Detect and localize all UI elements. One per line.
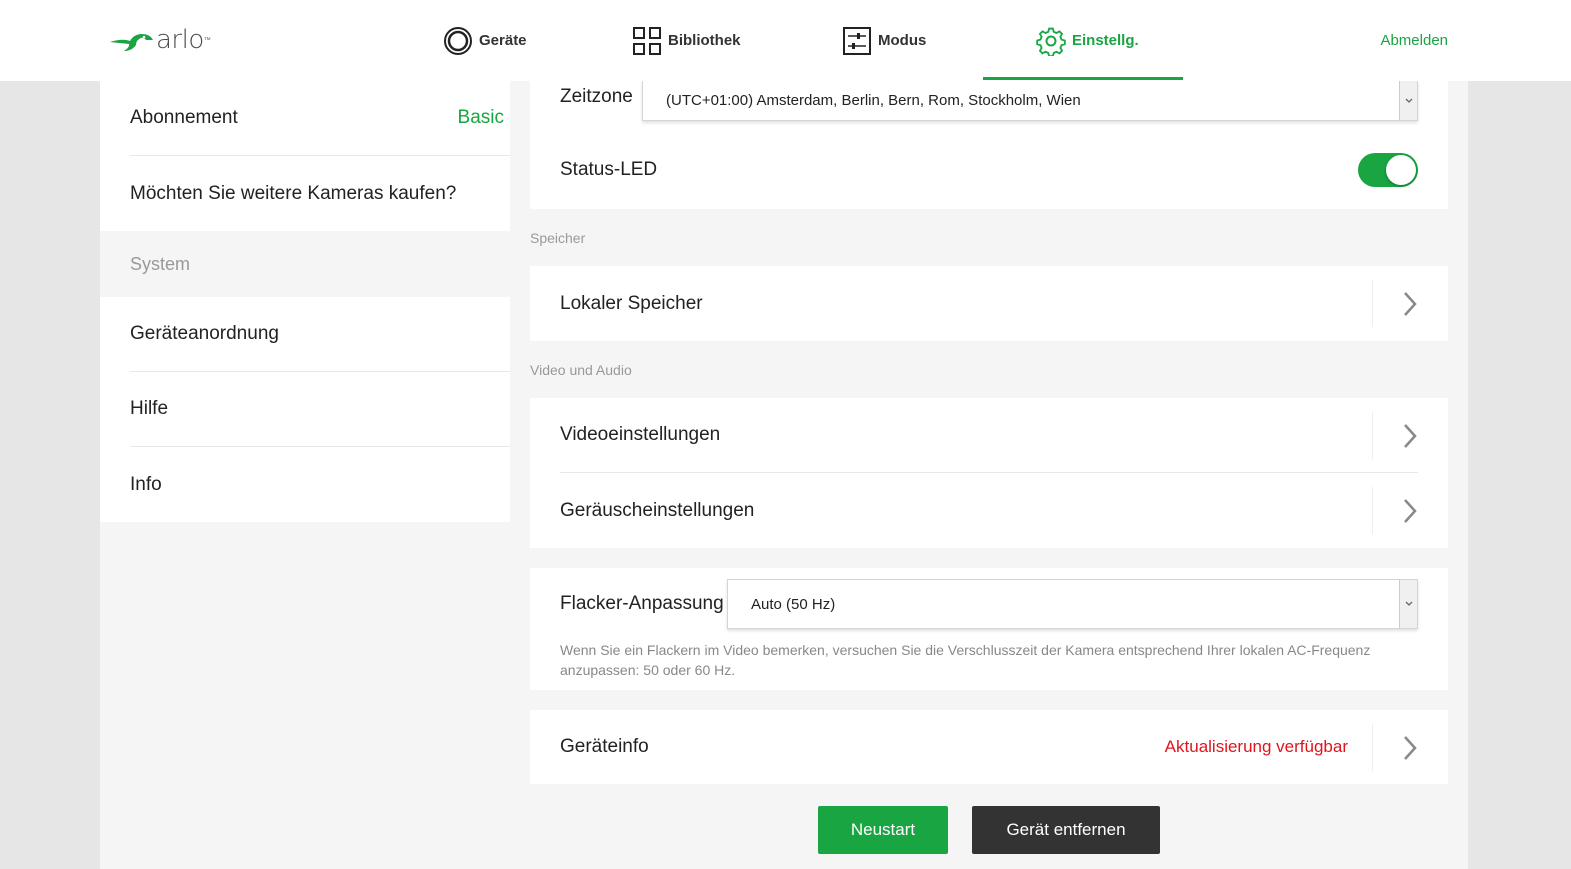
storage-card: Lokaler Speicher [530,266,1448,341]
logo-trademark: ™ [203,36,211,44]
sliders-icon [842,26,872,56]
logo-wordmark: arlo [156,25,204,55]
top-navigation-bar: arlo ™ Geräte Bibliothek Modus Einstellg. [0,0,1571,81]
flicker-card: Flacker-Anpassung Auto (50 Hz) Wenn Sie … [530,568,1448,690]
timezone-select[interactable]: (UTC+01:00) Amsterdam, Berlin, Bern, Rom… [642,81,1418,121]
section-storage: Speicher [530,229,586,246]
bird-icon [110,34,153,51]
device-info-row[interactable]: Geräteinfo Aktualisierung verfügbar [560,710,1418,784]
sidebar-item-help[interactable]: Hilfe [130,372,510,447]
local-storage-label: Lokaler Speicher [560,292,703,314]
chevron-down-icon [1399,81,1417,120]
sidebar-item-label: Möchten Sie weitere Kameras kaufen? [130,182,457,204]
chevron-right-icon [1372,412,1418,459]
flicker-select[interactable]: Auto (50 Hz) [727,579,1418,629]
arlo-logo[interactable]: arlo ™ [108,22,218,58]
nav-library[interactable]: Bibliothek [632,0,741,81]
device-info-card: Geräteinfo Aktualisierung verfügbar [530,710,1448,784]
sidebar-item-label: Geräteanordnung [130,323,279,344]
update-available-status: Aktualisierung verfügbar [1164,737,1348,756]
nav-devices[interactable]: Geräte [443,0,527,81]
nav-settings-label: Einstellg. [1072,32,1139,49]
chevron-right-icon [1372,724,1418,771]
settings-sidebar: Abonnement Basic Möchten Sie weitere Kam… [100,81,510,522]
status-led-row: Status-LED [560,131,1418,209]
nav-devices-label: Geräte [479,32,527,49]
nav-mode-label: Modus [878,32,927,49]
sidebar-account-card: Abonnement Basic Möchten Sie weitere Kam… [100,81,510,231]
timezone-value: (UTC+01:00) Amsterdam, Berlin, Bern, Rom… [666,92,1081,109]
sound-settings-row[interactable]: Geräuscheinstellungen [560,473,1418,548]
section-video-audio: Video und Audio [530,361,632,378]
general-settings-card: Zeitzone (UTC+01:00) Amsterdam, Berlin, … [530,81,1448,209]
sidebar-item-buy-cameras[interactable]: Möchten Sie weitere Kameras kaufen? [130,156,510,231]
status-led-label: Status-LED [560,159,658,180]
grid-icon [632,26,662,56]
restart-button[interactable]: Neustart [818,806,948,854]
nav-settings[interactable]: Einstellg. [1036,0,1139,81]
flicker-hint-text: Wenn Sie ein Flackern im Video bemerken,… [560,642,1371,678]
sidebar-item-device-order[interactable]: Geräteanordnung [130,297,510,372]
timezone-row: Zeitzone (UTC+01:00) Amsterdam, Berlin, … [560,81,1418,131]
sidebar-item-subscription[interactable]: Abonnement Basic [130,81,510,156]
active-tab-indicator [983,77,1183,80]
device-settings-panel: Zeitzone (UTC+01:00) Amsterdam, Berlin, … [530,81,1448,784]
sidebar-system-card: Geräteanordnung Hilfe Info [100,297,510,522]
flicker-value: Auto (50 Hz) [751,595,836,613]
flicker-row: Flacker-Anpassung Auto (50 Hz) [560,578,1418,630]
gear-icon [1036,26,1066,56]
status-led-toggle[interactable] [1358,153,1418,187]
camera-icon [443,26,473,56]
sound-settings-label: Geräuscheinstellungen [560,499,755,521]
video-settings-row[interactable]: Videoeinstellungen [560,398,1418,473]
video-settings-label: Videoeinstellungen [560,424,721,445]
logout-link[interactable]: Abmelden [1380,32,1448,49]
sidebar-item-label: Abonnement [130,107,238,128]
timezone-label: Zeitzone [560,86,633,107]
sidebar-item-label: Hilfe [130,398,169,419]
remove-device-button[interactable]: Gerät entfernen [972,806,1160,854]
video-audio-card: Videoeinstellungen Geräuscheinstellungen [530,398,1448,548]
sidebar-section-system: System [130,253,191,274]
chevron-right-icon [1372,280,1418,327]
flicker-label: Flacker-Anpassung [560,593,724,614]
sidebar-item-label: Info [130,473,162,495]
chevron-right-icon [1372,487,1418,534]
chevron-down-icon [1399,580,1417,628]
sidebar-item-info[interactable]: Info [130,447,510,522]
toggle-knob [1386,155,1416,185]
nav-mode[interactable]: Modus [842,0,926,81]
local-storage-row[interactable]: Lokaler Speicher [560,266,1418,341]
nav-library-label: Bibliothek [668,32,741,49]
device-info-label: Geräteinfo [560,736,649,757]
subscription-plan-value: Basic [457,107,504,128]
